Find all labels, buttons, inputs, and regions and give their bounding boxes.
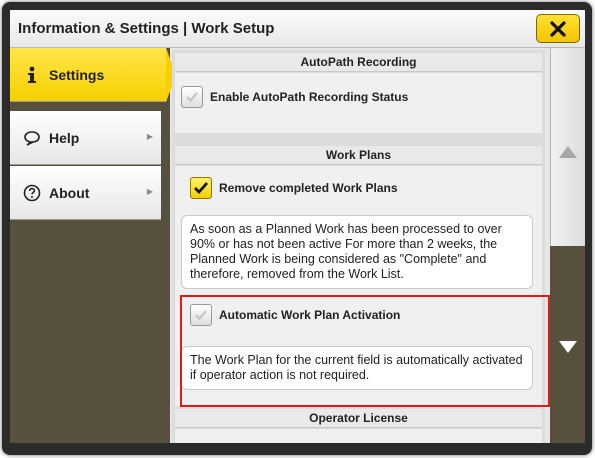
sidebar-item-label: Settings <box>49 66 105 83</box>
remove-completed-description: As soon as a Planned Work has been proce… <box>181 215 533 289</box>
sidebar-item-settings[interactable]: Settings <box>10 48 176 102</box>
page-title: Information & Settings | Work Setup <box>18 20 275 37</box>
chevron-right-icon: ▶ <box>146 187 153 196</box>
checkmark-icon <box>194 182 209 195</box>
sidebar-item-about[interactable]: About ▶ <box>10 166 161 220</box>
sidebar-item-help[interactable]: Help ▶ <box>10 111 161 165</box>
sidebar-item-label: Help <box>49 129 80 146</box>
remove-completed-checkbox-row[interactable]: Remove completed Work Plans <box>190 177 398 199</box>
checkbox-check-icon <box>195 310 207 321</box>
auto-activation-description: The Work Plan for the current field is a… <box>181 346 533 390</box>
scroll-down-icon[interactable] <box>558 339 578 355</box>
section-operator-license <box>175 429 542 443</box>
close-button[interactable] <box>536 14 580 43</box>
sidebar: Settings Help ▶ About ▶ <box>10 48 176 443</box>
chevron-right-icon: ▶ <box>146 132 153 141</box>
question-circle-icon <box>23 184 41 202</box>
settings-content: AutoPath Recording Enable AutoPath Recor… <box>172 50 545 443</box>
auto-activation-label: Automatic Work Plan Activation <box>219 308 401 322</box>
scrollbar[interactable] <box>550 48 585 443</box>
sidebar-item-label: About <box>49 184 90 201</box>
person-info-icon <box>23 66 41 84</box>
autopath-checkbox-label: Enable AutoPath Recording Status <box>210 90 409 104</box>
section-work-plans: Remove completed Work Plans As soon as a… <box>175 166 542 406</box>
remove-completed-label: Remove completed Work Plans <box>219 181 398 195</box>
remove-completed-checkbox[interactable] <box>190 177 212 199</box>
section-header-operator-license: Operator License <box>175 409 542 428</box>
section-header-work-plans: Work Plans <box>175 146 542 165</box>
checkbox-check-icon <box>186 92 198 103</box>
settings-screen: Information & Settings | Work Setup Sett… <box>10 10 585 443</box>
section-header-autopath: AutoPath Recording <box>175 53 542 72</box>
auto-activation-checkbox-row[interactable]: Automatic Work Plan Activation <box>190 304 400 326</box>
window-frame: Information & Settings | Work Setup Sett… <box>2 2 592 455</box>
close-icon <box>550 20 566 37</box>
speech-bubble-icon <box>23 129 41 147</box>
scroll-up-icon[interactable] <box>558 144 578 160</box>
autopath-checkbox-row[interactable]: Enable AutoPath Recording Status <box>181 86 408 108</box>
section-autopath: Enable AutoPath Recording Status <box>175 73 542 133</box>
auto-activation-checkbox[interactable] <box>190 304 212 326</box>
title-bar: Information & Settings | Work Setup <box>10 10 585 48</box>
autopath-checkbox[interactable] <box>181 86 203 108</box>
